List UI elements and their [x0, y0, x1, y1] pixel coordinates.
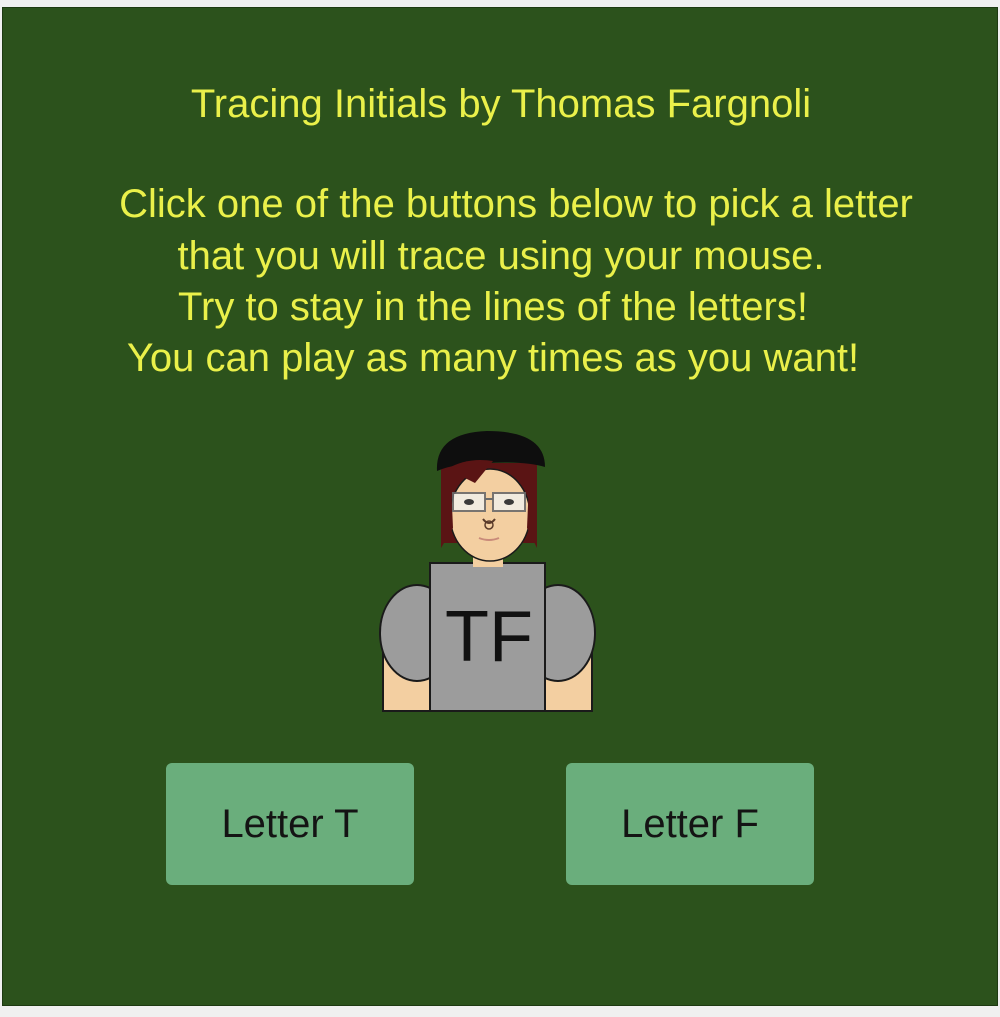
letter-f-button[interactable]: Letter F: [566, 763, 814, 885]
avatar-head: [436, 431, 545, 562]
instruction-line-1: Click one of the buttons below to pick a…: [119, 182, 913, 226]
avatar-shirt: TF: [379, 541, 596, 712]
letter-t-button[interactable]: Letter T: [166, 763, 414, 885]
game-title: Tracing Initials by Thomas Fargnoli: [190, 82, 812, 126]
author-avatar: TF: [379, 431, 596, 712]
instruction-line-2: that you will trace using your mouse.: [177, 234, 825, 278]
avatar-shirt-text: TF: [445, 597, 533, 677]
instruction-line-4: You can play as many times as you want!: [126, 336, 860, 380]
game-canvas[interactable]: Tracing Initials by Thomas Fargnoli Clic…: [2, 7, 998, 1006]
instruction-line-3: Try to stay in the lines of the letters!: [178, 285, 808, 329]
